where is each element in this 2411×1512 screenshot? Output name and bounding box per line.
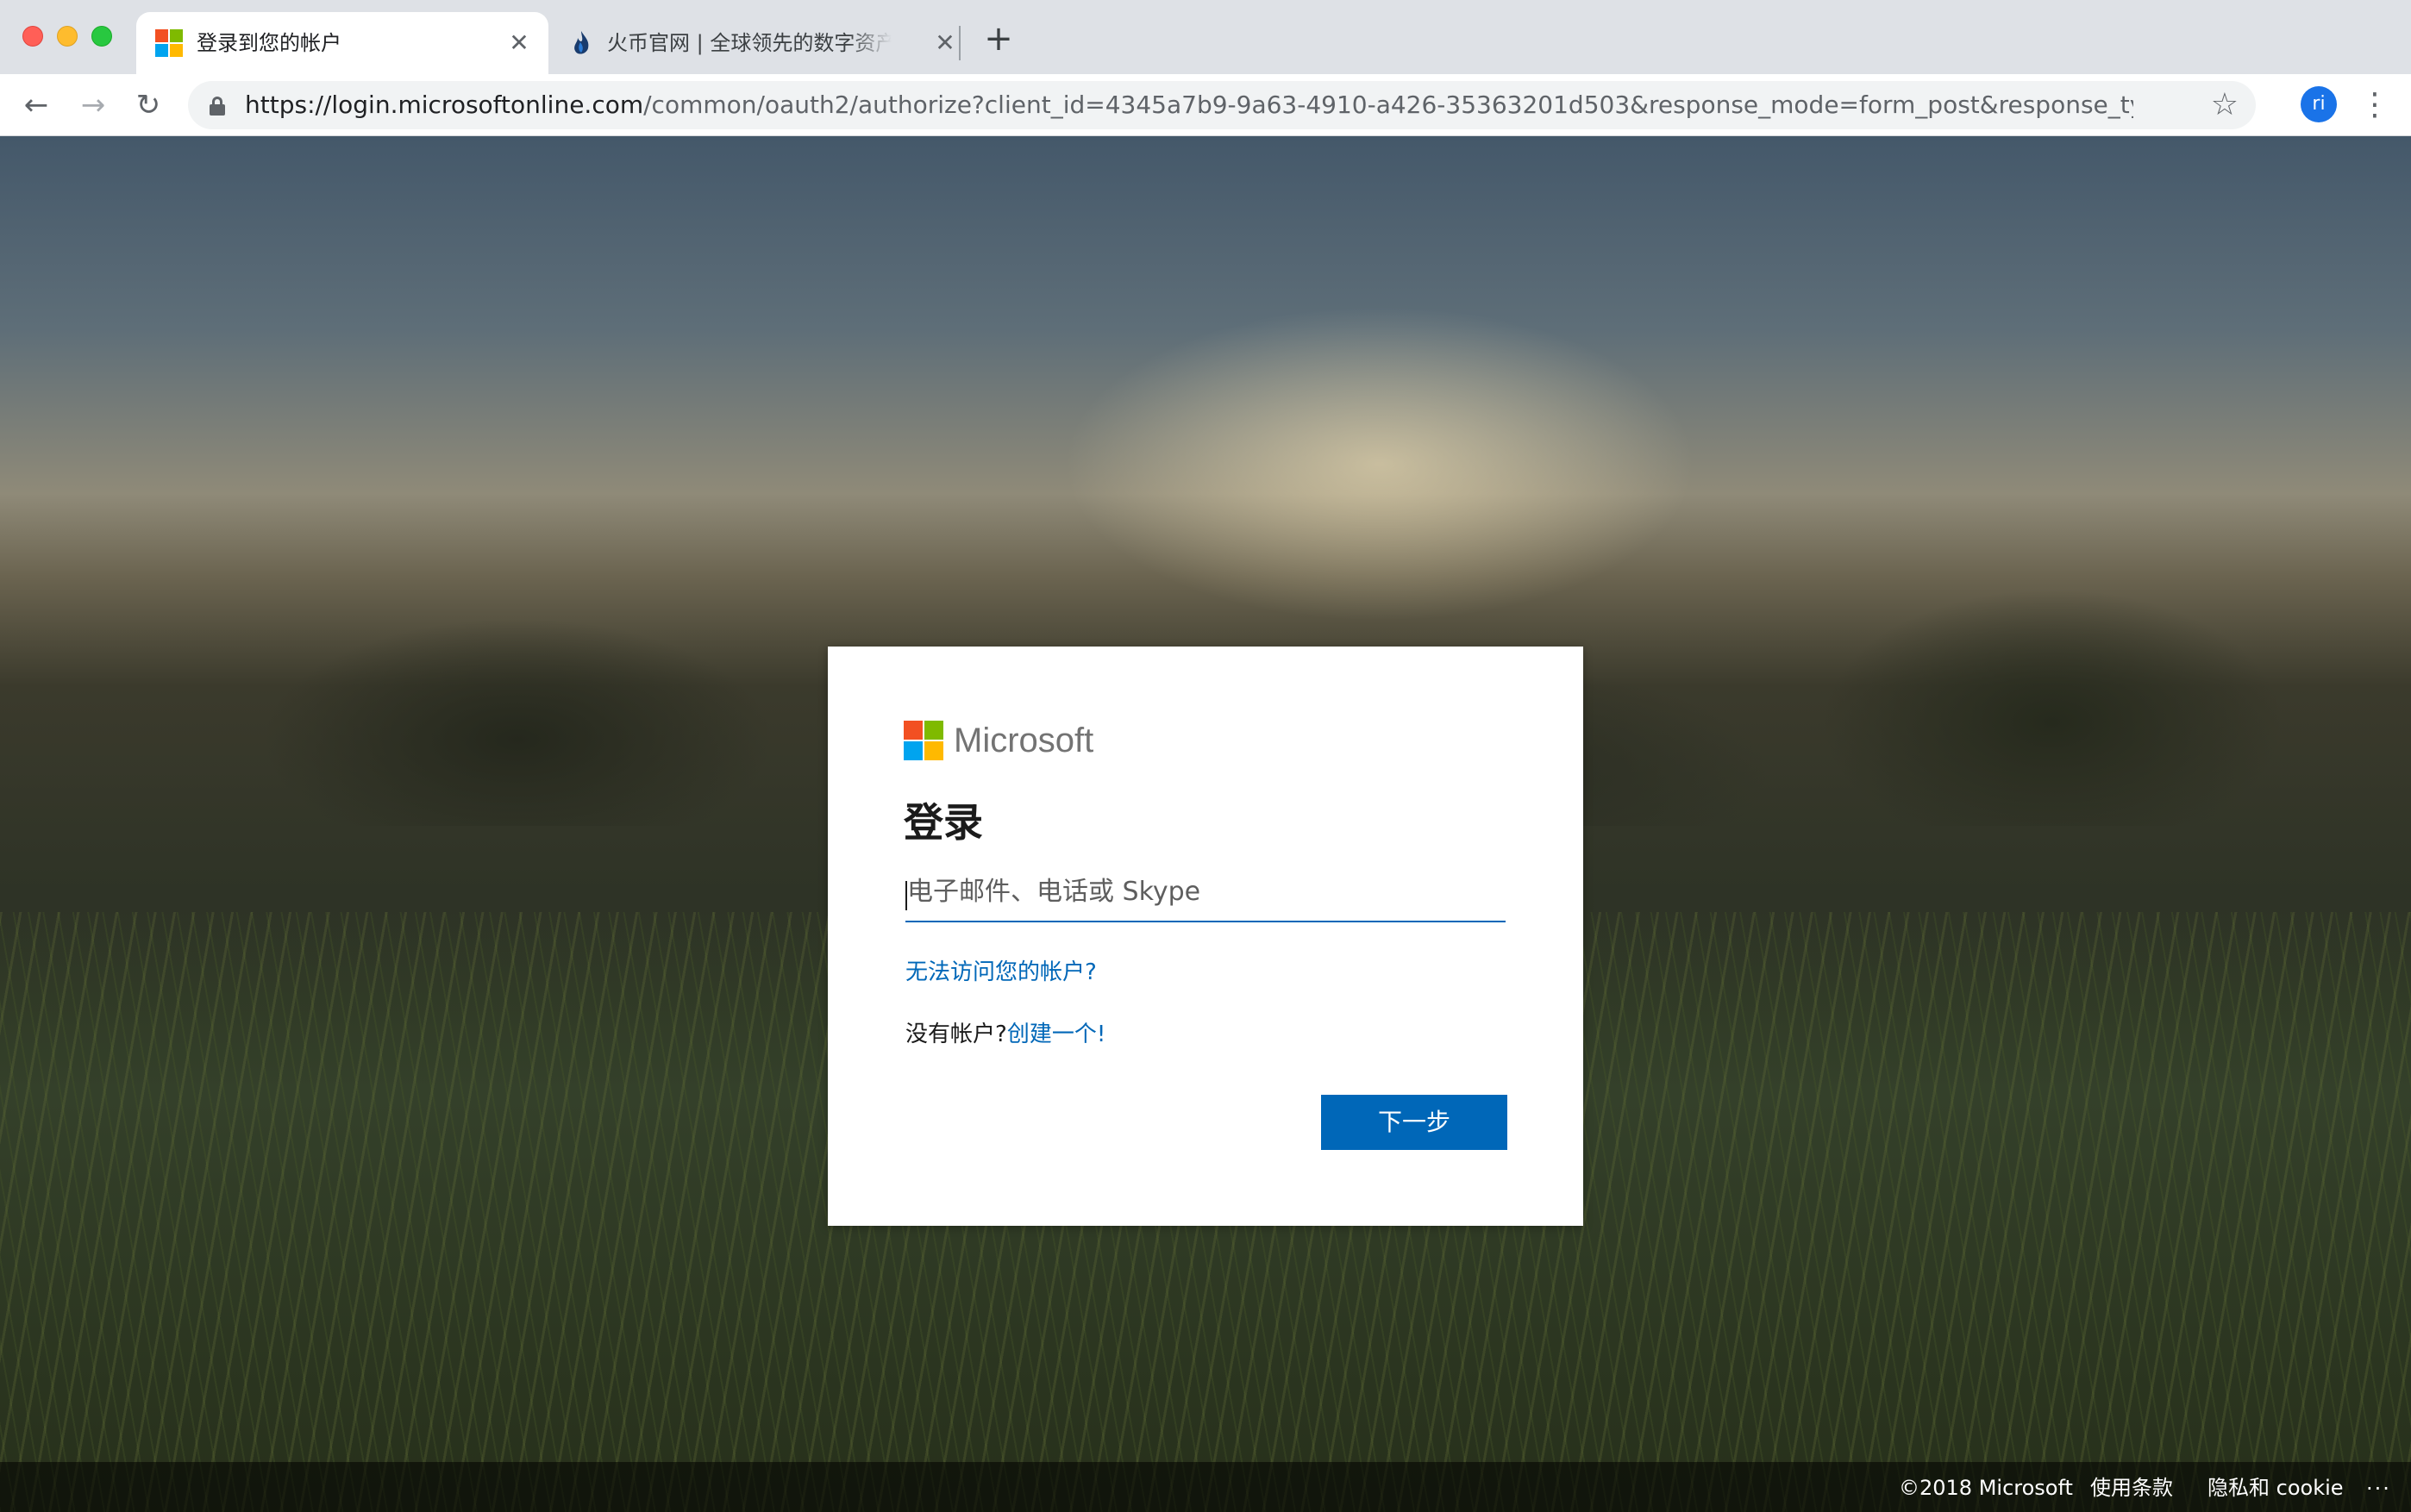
new-tab-button[interactable]: + xyxy=(983,22,1014,56)
signin-card: Microsoft 登录 无法访问您的帐户? 没有帐户?创建一个! 下一步 xyxy=(828,647,1583,1226)
url-host: https://login.microsoftonline.com xyxy=(245,91,644,119)
page-footer: ©2018 Microsoft 使用条款 隐私和 cookie ... xyxy=(0,1462,2411,1512)
reload-icon[interactable]: ↻ xyxy=(128,84,169,126)
more-menu-icon[interactable]: ⋮ xyxy=(2359,84,2390,126)
cant-access-account-link[interactable]: 无法访问您的帐户? xyxy=(905,957,1097,988)
profile-avatar[interactable]: ri xyxy=(2301,86,2337,122)
back-arrow-icon[interactable]: ← xyxy=(16,84,57,126)
browser-tab-bar: 登录到您的帐户 ✕ 火币官网 | 全球领先的数字资产交易平台 ✕ + xyxy=(0,0,2411,74)
window-zoom-button[interactable] xyxy=(91,26,112,47)
microsoft-logo-icon xyxy=(904,721,943,760)
lock-icon[interactable] xyxy=(209,97,226,116)
forward-arrow-icon[interactable]: → xyxy=(72,84,114,126)
no-account-text: 没有帐户? xyxy=(905,1022,1007,1047)
tab-title: 火币官网 | 全球领先的数字资产交易平台 xyxy=(607,31,892,55)
create-account-link[interactable]: 创建一个! xyxy=(1007,1022,1105,1047)
email-field[interactable] xyxy=(905,872,1506,922)
tab-close-icon[interactable]: ✕ xyxy=(505,29,533,57)
url-text[interactable]: https://login.microsoftonline.com/common… xyxy=(245,91,2133,119)
next-button[interactable]: 下一步 xyxy=(1321,1095,1507,1150)
tab-separator xyxy=(959,26,961,60)
window-close-button[interactable] xyxy=(22,26,43,47)
tab-huobi[interactable]: 火币官网 | 全球领先的数字资产交易平台 ✕ xyxy=(559,12,955,74)
brand-name: Microsoft xyxy=(954,722,1094,759)
brand-logo: Microsoft xyxy=(904,721,1093,760)
no-account-row: 没有帐户?创建一个! xyxy=(905,1019,1105,1050)
window-minimize-button[interactable] xyxy=(57,26,78,47)
tab-close-icon[interactable]: ✕ xyxy=(931,29,959,57)
terms-of-use-link[interactable]: 使用条款 xyxy=(2090,1474,2173,1502)
page-background: Microsoft 登录 无法访问您的帐户? 没有帐户?创建一个! 下一步 ©2… xyxy=(0,136,2411,1512)
address-bar[interactable]: https://login.microsoftonline.com/common… xyxy=(188,81,2256,129)
huobi-flame-icon xyxy=(574,31,589,54)
url-path: /common/oauth2/authorize?client_id=4345a… xyxy=(643,91,2133,119)
microsoft-logo-icon xyxy=(155,29,183,57)
copyright-text: ©2018 Microsoft xyxy=(1899,1476,2073,1500)
browser-toolbar: ← → ↻ https://login.microsoftonline.com/… xyxy=(0,74,2411,136)
page-title: 登录 xyxy=(904,799,983,846)
text-caret xyxy=(905,881,907,910)
privacy-cookies-link[interactable]: 隐私和 cookie xyxy=(2207,1474,2344,1502)
tab-title: 登录到您的帐户 xyxy=(197,31,341,55)
more-options-icon[interactable]: ... xyxy=(2366,1469,2391,1496)
bookmark-star-icon[interactable]: ☆ xyxy=(2211,86,2239,124)
tab-signin[interactable]: 登录到您的帐户 ✕ xyxy=(136,12,548,74)
